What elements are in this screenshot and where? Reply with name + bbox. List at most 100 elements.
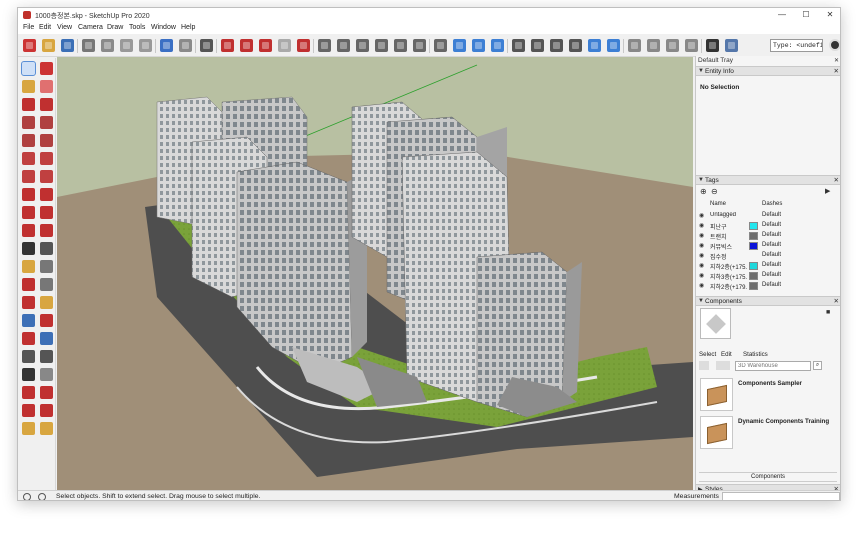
- extension-manager-icon[interactable]: [22, 404, 35, 417]
- select-icon[interactable]: [21, 61, 36, 76]
- tag-dashes[interactable]: Default: [762, 232, 781, 238]
- pan-icon[interactable]: [40, 296, 53, 309]
- visibility-eye-icon[interactable]: ◉: [699, 242, 704, 249]
- print-icon[interactable]: [200, 39, 213, 52]
- model-info-tool-icon[interactable]: [22, 386, 35, 399]
- tag-row[interactable]: ◉ 지하3층(+175. Default: [696, 271, 836, 281]
- 3d-text-icon[interactable]: [40, 278, 53, 291]
- menu-draw[interactable]: Draw: [107, 24, 123, 31]
- tags-close-icon[interactable]: ✕: [834, 176, 839, 184]
- tab-statistics[interactable]: Statistics: [743, 351, 768, 358]
- maximize-button[interactable]: ☐: [794, 8, 818, 22]
- redo-icon[interactable]: [179, 39, 192, 52]
- monochrome-icon[interactable]: [550, 39, 563, 52]
- model-info-icon[interactable]: [221, 39, 234, 52]
- component-item[interactable]: Dynamic Components Training: [700, 416, 838, 452]
- two-point-arc-icon[interactable]: [40, 152, 53, 165]
- back-view-icon[interactable]: [394, 39, 407, 52]
- smoove-icon[interactable]: [647, 39, 660, 52]
- paste-icon[interactable]: [120, 39, 133, 52]
- section-plane-icon[interactable]: [569, 39, 582, 52]
- rectangle-icon[interactable]: [22, 116, 35, 129]
- tag-dashes[interactable]: Default: [762, 282, 781, 288]
- measurements-box[interactable]: [722, 492, 840, 500]
- ruby-console-icon[interactable]: [22, 422, 35, 435]
- tag-row[interactable]: ◉ 지하2층(+175. Default: [696, 261, 836, 271]
- tag-color-swatch[interactable]: [749, 262, 758, 270]
- home-icon[interactable]: [716, 361, 730, 370]
- protractor-icon[interactable]: [22, 260, 35, 273]
- left-view-icon[interactable]: [413, 39, 426, 52]
- components-close-icon[interactable]: ✕: [834, 297, 839, 305]
- tape-measure-icon[interactable]: [22, 242, 35, 255]
- share-component-icon[interactable]: [278, 39, 291, 52]
- measurement-type-field[interactable]: Type: <undefin: [770, 39, 823, 52]
- move-icon[interactable]: [22, 188, 35, 201]
- tag-color-swatch[interactable]: [749, 282, 758, 290]
- tag-row[interactable]: ◉ 지하2층(+179. Default: [696, 281, 836, 291]
- arc-icon[interactable]: [22, 152, 35, 165]
- tag-row[interactable]: ◉ Untagged Default: [696, 211, 836, 221]
- push-pull-icon[interactable]: [40, 188, 53, 201]
- shaded-icon[interactable]: [512, 39, 525, 52]
- component-item[interactable]: Components Sampler: [700, 378, 838, 414]
- visibility-eye-icon[interactable]: ◉: [699, 222, 704, 229]
- tag-row[interactable]: ◉ 트랜치 Default: [696, 231, 836, 241]
- polygon-icon[interactable]: [40, 134, 53, 147]
- wireframe-icon[interactable]: [472, 39, 485, 52]
- previous-view-icon[interactable]: [40, 332, 53, 345]
- line-icon[interactable]: [22, 98, 35, 111]
- menu-help[interactable]: Help: [181, 24, 195, 31]
- entity-info-close-icon[interactable]: ✕: [834, 67, 839, 75]
- delete-tag-icon[interactable]: ⊖: [711, 187, 718, 196]
- close-button[interactable]: ✕: [818, 8, 840, 22]
- sandbox-icon[interactable]: [628, 39, 641, 52]
- menu-camera[interactable]: Camera: [78, 24, 103, 31]
- shaded-textures-icon[interactable]: [531, 39, 544, 52]
- minimize-button[interactable]: —: [770, 8, 794, 22]
- tag-row[interactable]: ◉ 커뮤빅스 Default: [696, 241, 836, 251]
- tag-details-icon[interactable]: ▶: [825, 187, 830, 195]
- menu-window[interactable]: Window: [151, 24, 176, 31]
- zoom-icon[interactable]: [22, 314, 35, 327]
- save-icon[interactable]: [61, 39, 74, 52]
- dimension-icon[interactable]: [40, 242, 53, 255]
- component-search-input[interactable]: [735, 361, 811, 371]
- axes-icon[interactable]: [22, 278, 35, 291]
- orbit-icon[interactable]: [22, 296, 35, 309]
- tag-dashes[interactable]: Default: [762, 252, 781, 258]
- circle-icon[interactable]: [22, 134, 35, 147]
- tags-header[interactable]: ▼ Tags ✕: [696, 175, 840, 185]
- tag-dashes[interactable]: Default: [762, 242, 781, 248]
- stamp-icon[interactable]: [666, 39, 679, 52]
- offset-icon[interactable]: [40, 224, 53, 237]
- component-details-icon[interactable]: ■: [826, 309, 830, 316]
- front-view-icon[interactable]: [356, 39, 369, 52]
- section-cuts-icon[interactable]: [588, 39, 601, 52]
- make-component-icon[interactable]: [40, 62, 53, 75]
- tags-col-name[interactable]: Name: [710, 201, 726, 207]
- visibility-eye-icon[interactable]: ◉: [699, 212, 704, 219]
- tag-row[interactable]: ◉ 집수정 Default: [696, 251, 836, 261]
- position-camera-icon[interactable]: [22, 350, 35, 363]
- visibility-eye-icon[interactable]: ◉: [699, 262, 704, 269]
- tag-dashes[interactable]: Default: [762, 222, 781, 228]
- visibility-eye-icon[interactable]: ◉: [699, 272, 704, 279]
- add-detail-icon[interactable]: [706, 39, 719, 52]
- tag-dashes[interactable]: Default: [762, 272, 781, 278]
- top-view-icon[interactable]: [337, 39, 350, 52]
- add-tag-icon[interactable]: ⊕: [700, 187, 707, 196]
- undo-icon[interactable]: [160, 39, 173, 52]
- credits-icon[interactable]: [38, 493, 46, 500]
- search-icon[interactable]: ⌕: [813, 361, 822, 370]
- tag-dashes[interactable]: Default: [762, 212, 781, 218]
- tag-dashes[interactable]: Default: [762, 262, 781, 268]
- tag-color-swatch[interactable]: [749, 222, 758, 230]
- zoom-window-icon[interactable]: [40, 314, 53, 327]
- menu-view[interactable]: View: [57, 24, 72, 31]
- walk-icon[interactable]: [22, 368, 35, 381]
- tag-row[interactable]: ◉ 피난구 Default: [696, 221, 836, 231]
- components-header[interactable]: ▼ Components ✕: [696, 296, 840, 306]
- iso-view-icon[interactable]: [318, 39, 331, 52]
- model-viewport[interactable]: [57, 57, 693, 490]
